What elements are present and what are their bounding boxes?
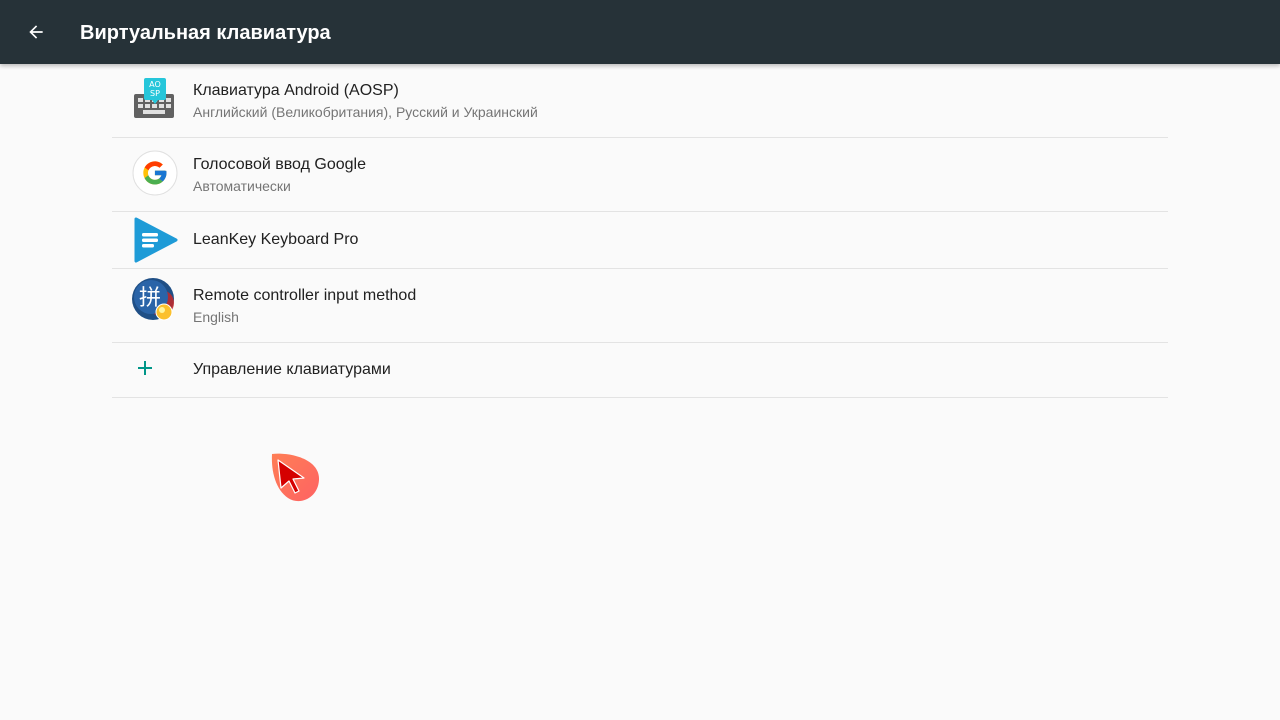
svg-text:SP: SP xyxy=(150,89,160,98)
keyboard-title: Клавиатура Android (AOSP) xyxy=(193,82,399,99)
keyboard-item-aosp[interactable]: AO SP Клавиатура Android (AOSP) Английск… xyxy=(112,64,1168,138)
keyboard-languages: English xyxy=(193,309,239,325)
keyboard-item-google-voice[interactable]: Голосовой ввод Google Автоматически xyxy=(112,138,1168,212)
keyboard-item-remote-controller[interactable]: 拼 Remote controller input method English xyxy=(112,269,1168,343)
app-bar: Виртуальная клавиатура xyxy=(0,0,1280,64)
plus-icon xyxy=(138,361,152,375)
manage-keyboards-label: Управление клавиатурами xyxy=(193,361,391,378)
arrow-left-icon xyxy=(29,25,43,39)
keyboard-list: AO SP Клавиатура Android (AOSP) Английск… xyxy=(112,64,1168,398)
page-title: Виртуальная клавиатура xyxy=(80,22,331,44)
keyboard-title: LeanKey Keyboard Pro xyxy=(193,231,359,248)
keyboard-title: Голосовой ввод Google xyxy=(193,156,366,173)
mouse-pointer-icon xyxy=(271,453,320,502)
svg-text:AO: AO xyxy=(149,80,161,89)
manage-keyboards-button[interactable]: Управление клавиатурами xyxy=(112,343,1168,398)
back-button[interactable] xyxy=(16,12,56,52)
remote-controller-pinyin-icon: 拼 xyxy=(132,278,174,321)
aosp-keyboard-icon: AO SP xyxy=(134,78,174,118)
keyboard-item-leankey[interactable]: LeanKey Keyboard Pro xyxy=(112,212,1168,269)
leankey-play-icon xyxy=(134,217,178,263)
keyboard-languages: Английский (Великобритания), Русский и У… xyxy=(193,104,538,120)
keyboard-title: Remote controller input method xyxy=(193,287,417,304)
google-g-icon xyxy=(132,150,178,196)
keyboard-languages: Автоматически xyxy=(193,178,291,194)
